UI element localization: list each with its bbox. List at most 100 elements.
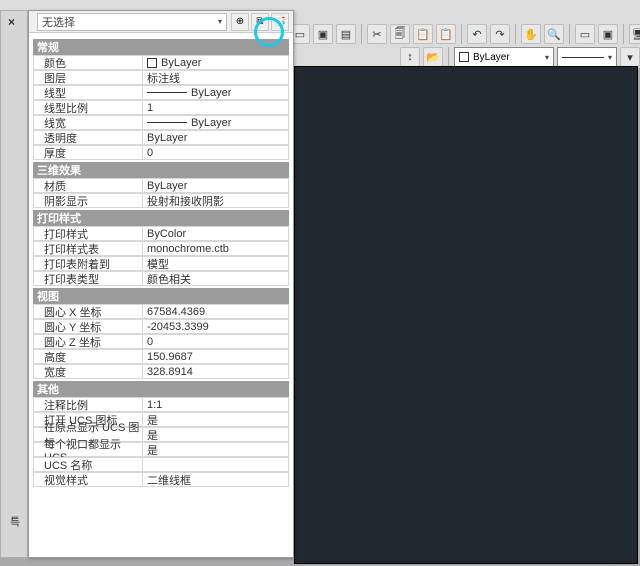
- property-row: 打印表类型颜色相关: [33, 271, 289, 286]
- panel-tab-label[interactable]: 특: [6, 516, 22, 527]
- layer-color-dropdown[interactable]: ByLayer ▾: [454, 47, 554, 67]
- property-value[interactable]: 0: [143, 334, 289, 349]
- property-label: 打印表类型: [33, 271, 143, 286]
- line-sample-icon: [147, 92, 187, 93]
- property-row: 视觉样式二维线框: [33, 472, 289, 487]
- property-value[interactable]: monochrome.ctb: [143, 241, 289, 256]
- property-value[interactable]: 是: [143, 412, 289, 427]
- section-header[interactable]: 常规: [33, 39, 289, 55]
- section-header[interactable]: 三维效果: [33, 162, 289, 178]
- property-value[interactable]: 150.9687: [143, 349, 289, 364]
- property-label: 每个视口都显示 UCS: [33, 442, 143, 457]
- selection-dropdown[interactable]: 无选择 ▾: [37, 13, 227, 31]
- tool-btn[interactable]: 📋: [413, 24, 433, 44]
- property-row: 材质 ByLayer: [33, 178, 289, 193]
- property-label: 图层: [33, 70, 143, 85]
- property-value[interactable]: 标注线: [143, 70, 289, 85]
- selection-value: 无选择: [42, 14, 75, 30]
- property-row: 阴影显示投射和接收阴影: [33, 193, 289, 208]
- property-value[interactable]: ByLayer: [143, 85, 289, 100]
- chevron-down-icon: ▾: [218, 17, 222, 26]
- property-value-text: ByLayer: [191, 87, 231, 99]
- property-label: 注释比例: [33, 397, 143, 412]
- property-value[interactable]: 模型: [143, 256, 289, 271]
- property-row: 颜色ByLayer: [33, 55, 289, 70]
- tool-btn[interactable]: ▣: [313, 24, 333, 44]
- property-label: 颜色: [33, 55, 143, 70]
- property-value[interactable]: 是: [143, 442, 289, 457]
- section-header[interactable]: 视图: [33, 288, 289, 304]
- property-label: 打印样式表: [33, 241, 143, 256]
- property-value-text: 是: [147, 427, 158, 443]
- layer-btn[interactable]: ▾: [620, 47, 640, 67]
- property-value[interactable]: ByLayer: [143, 55, 289, 70]
- property-value[interactable]: 1: [143, 100, 289, 115]
- property-value-text: ByLayer: [147, 180, 187, 192]
- tool-btn[interactable]: ▣: [598, 24, 618, 44]
- lineweight-dropdown[interactable]: ▾: [557, 47, 617, 67]
- property-value[interactable]: 1:1: [143, 397, 289, 412]
- tool-btn[interactable]: ▤: [336, 24, 356, 44]
- tool-btn[interactable]: 📋: [436, 24, 456, 44]
- property-value[interactable]: 是: [143, 427, 289, 442]
- pan-button[interactable]: ✋: [521, 24, 541, 44]
- property-value-text: 150.9687: [147, 351, 193, 363]
- chevron-down-icon: ▾: [608, 53, 612, 62]
- property-value[interactable]: ByLayer: [143, 130, 289, 145]
- layer-btn[interactable]: ↕: [400, 47, 420, 67]
- property-value[interactable]: 二维线框: [143, 472, 289, 487]
- property-value[interactable]: [143, 457, 289, 472]
- property-label: 圆心 X 坐标: [33, 304, 143, 319]
- property-value[interactable]: -20453.3399: [143, 319, 289, 334]
- property-value-text: 是: [147, 442, 158, 458]
- property-value[interactable]: 0: [143, 145, 289, 160]
- tool-btn[interactable]: ✂: [367, 24, 387, 44]
- property-label: 材质: [33, 178, 143, 193]
- close-icon[interactable]: ×: [8, 15, 15, 29]
- tool-btn[interactable]: ▭: [575, 24, 595, 44]
- property-row: 线宽ByLayer: [33, 115, 289, 130]
- quick-select-button[interactable]: ⊕: [231, 13, 249, 31]
- undo-button[interactable]: ↶: [467, 24, 487, 44]
- color-swatch-icon: [459, 52, 469, 62]
- properties-panel: 无选择 ▾ ⊕ ⧉ 📑 常规颜色ByLayer图层标注线线型ByLayer线型比…: [28, 10, 294, 558]
- property-row: 厚度0: [33, 145, 289, 160]
- property-value-text: 1: [147, 102, 153, 114]
- property-value[interactable]: 投射和接收阴影: [143, 193, 289, 208]
- property-value[interactable]: 颜色相关: [143, 271, 289, 286]
- property-row: 线型比例 1: [33, 100, 289, 115]
- property-label: 打印样式: [33, 226, 143, 241]
- property-value-text: 67584.4369: [147, 306, 205, 318]
- property-value[interactable]: ByColor: [143, 226, 289, 241]
- redo-button[interactable]: ↷: [490, 24, 510, 44]
- property-row: UCS 名称: [33, 457, 289, 472]
- property-value[interactable]: ByLayer: [143, 178, 289, 193]
- panel-strip: × 특: [0, 10, 28, 558]
- property-row: 圆心 Z 坐标0: [33, 334, 289, 349]
- property-label: 打印表附着到: [33, 256, 143, 271]
- property-row: 打印样式表 monochrome.ctb: [33, 241, 289, 256]
- property-value-text: -20453.3399: [147, 321, 209, 333]
- property-row: 打印样式ByColor: [33, 226, 289, 241]
- section-header[interactable]: 打印样式: [33, 210, 289, 226]
- property-value-text: 是: [147, 412, 158, 428]
- property-label: 阴影显示: [33, 193, 143, 208]
- property-value[interactable]: ByLayer: [143, 115, 289, 130]
- tool-btn[interactable]: 🖥: [629, 24, 640, 44]
- property-value-text: 1:1: [147, 399, 162, 411]
- zoom-button[interactable]: 🔍: [544, 24, 564, 44]
- tool-btn[interactable]: 🗐: [390, 24, 410, 44]
- property-label: 线型比例: [33, 100, 143, 115]
- toggle-pim-button[interactable]: ⧉: [251, 13, 269, 31]
- line-sample-icon: [562, 57, 604, 58]
- layer-btn[interactable]: 📂: [423, 47, 443, 67]
- property-label: UCS 名称: [33, 457, 143, 472]
- section-header[interactable]: 其他: [33, 381, 289, 397]
- drawing-canvas[interactable]: [294, 66, 638, 564]
- property-value-text: monochrome.ctb: [147, 243, 229, 255]
- property-value[interactable]: 67584.4369: [143, 304, 289, 319]
- property-label: 宽度: [33, 364, 143, 379]
- select-objects-button[interactable]: 📑: [271, 13, 289, 31]
- property-value[interactable]: 328.8914: [143, 364, 289, 379]
- property-row: 圆心 X 坐标 67584.4369: [33, 304, 289, 319]
